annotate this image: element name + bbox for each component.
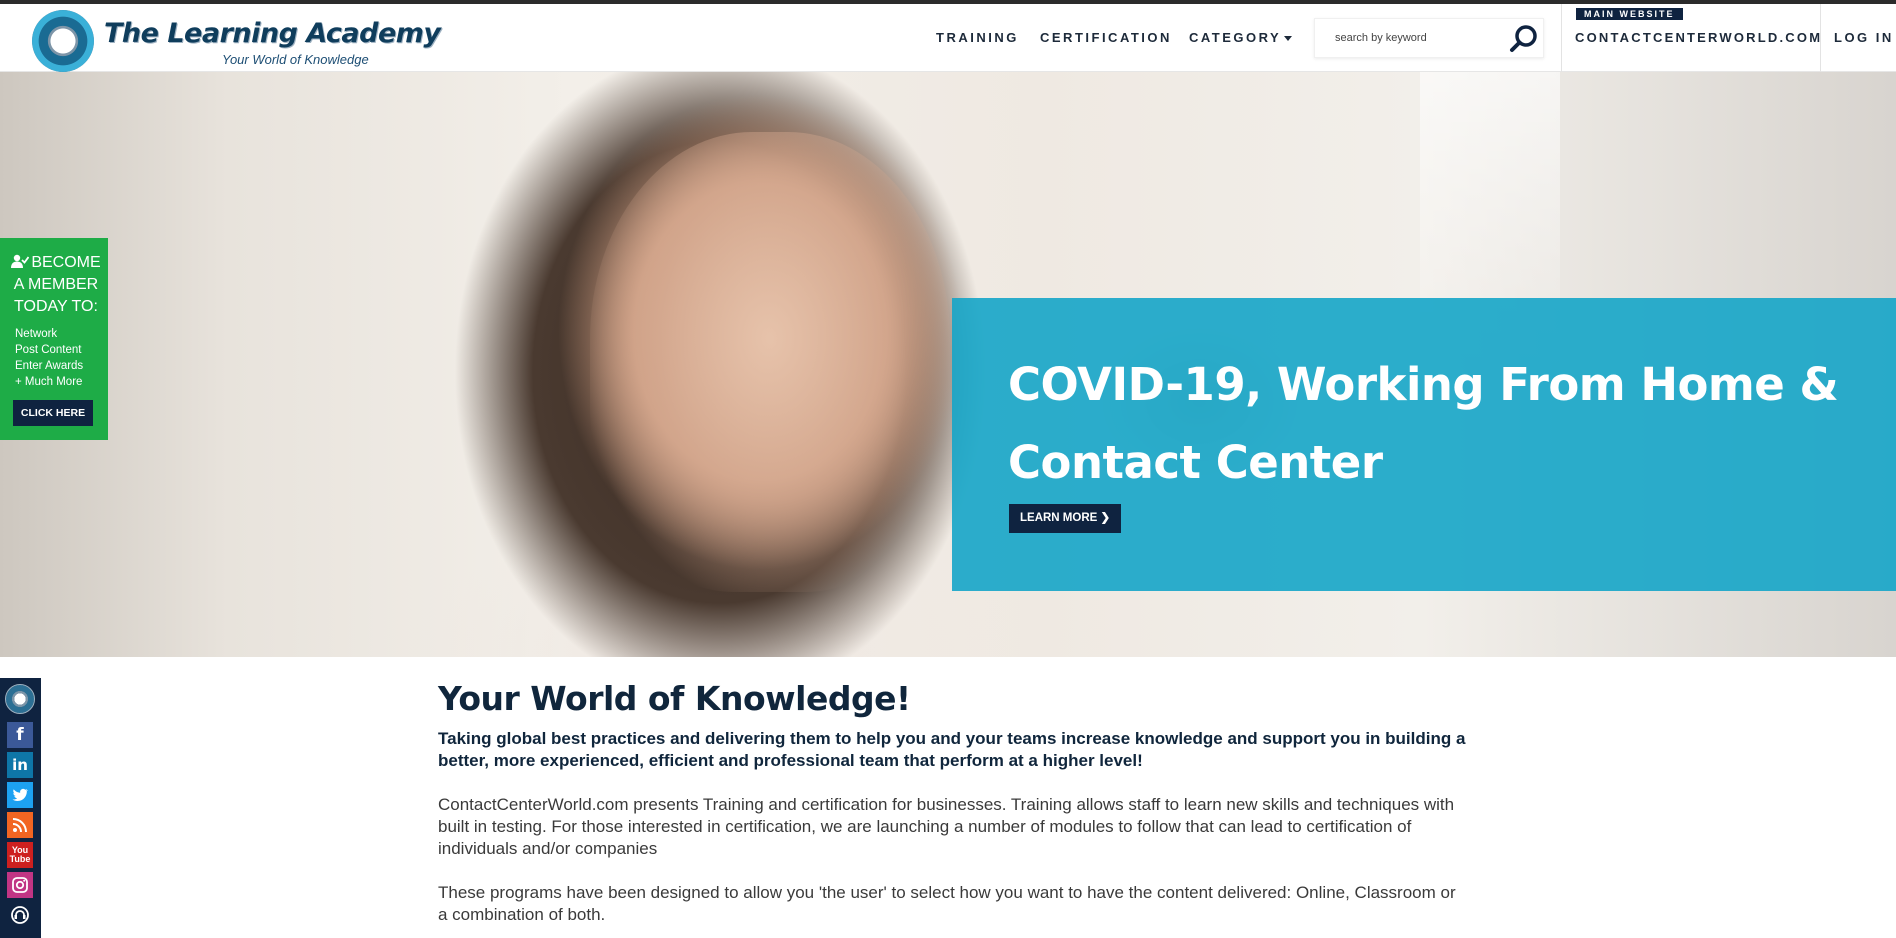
main-website-badge: MAIN WEBSITE [1576,8,1683,20]
globe-logo-icon [32,10,94,72]
member-benefits-list: Network Post Content Enter Awards + Much… [15,326,83,390]
logo-title: The Learning Academy [104,18,441,49]
intro-lead: Taking global best practices and deliver… [438,729,1466,770]
search-icon[interactable] [1507,23,1541,55]
main-content: Your World of Knowledge! Taking global b… [438,678,1468,926]
user-check-icon [11,254,30,268]
ccw-globe-icon[interactable] [5,684,35,714]
search-box [1314,18,1544,58]
promo-title: COVID-19, Working From Home & Contact Ce… [1008,358,1839,489]
caret-down-icon [1284,36,1293,42]
member-benefit: Enter Awards [15,360,84,372]
main-website-link[interactable]: CONTACTCENTERWORLD.COM [1575,30,1822,45]
member-benefit: Post Content [15,344,82,356]
promo-panel: COVID-19, Working From Home & Contact Ce… [952,298,1896,591]
contact-center-icon[interactable] [7,902,33,928]
hero-banner: COVID-19, Working From Home & Contact Ce… [0,72,1896,657]
site-logo[interactable]: The Learning Academy Your World of Knowl… [32,8,441,72]
rss-icon[interactable] [7,812,33,838]
instagram-icon[interactable] [7,872,33,898]
site-header: The Learning Academy Your World of Knowl… [0,4,1896,72]
facebook-icon[interactable]: f [7,722,33,748]
linkedin-icon[interactable]: in [7,752,33,778]
search-input[interactable] [1315,19,1505,57]
nav-category[interactable]: CATEGORY [1189,30,1293,45]
page-title: Your World of Knowledge! [438,679,911,718]
member-heading: BECOME A MEMBER TODAY TO: [6,252,106,318]
click-here-button[interactable]: CLICK HERE [13,400,93,426]
nav-certification[interactable]: CERTIFICATION [1040,30,1172,45]
nav-training[interactable]: TRAINING [936,30,1019,45]
login-link[interactable]: LOG IN [1834,30,1894,45]
member-promo: BECOME A MEMBER TODAY TO: Network Post C… [0,238,108,440]
intro-paragraph: ContactCenterWorld.com presents Training… [438,795,1455,858]
social-bar: f in You Tube [0,678,41,938]
logo-subtitle: Your World of Knowledge [222,52,369,67]
learn-more-label: LEARN MORE [1020,512,1098,524]
intro-paragraph: These programs have been designed to all… [438,883,1456,924]
chevron-right-icon: ❯ [1100,512,1111,524]
member-benefit: + Much More [15,376,83,388]
header-divider [1561,4,1562,72]
twitter-icon[interactable] [7,782,33,808]
hero-photo-woman-headset [590,132,950,592]
youtube-icon[interactable]: You Tube [7,842,33,868]
member-benefit: Network [15,328,58,340]
nav-category-label: CATEGORY [1189,30,1282,45]
learn-more-button[interactable]: LEARN MORE ❯ [1009,504,1122,533]
header-divider [1820,4,1821,72]
